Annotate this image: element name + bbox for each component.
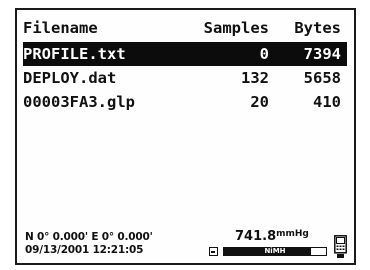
file-samples: 20	[250, 93, 269, 111]
file-row-deploy[interactable]: DEPLOY.dat 132 5658	[23, 66, 347, 90]
file-row-glp[interactable]: 00003FA3.glp 20 410	[23, 90, 347, 114]
battery-bar: NiMH	[223, 247, 327, 256]
gps-coordinates: N 0° 0.000' E 0° 0.000'	[25, 231, 153, 243]
handheld-device-icon	[334, 235, 347, 258]
header-bytes: Bytes	[294, 19, 341, 37]
file-name: 00003FA3.glp	[23, 93, 135, 111]
pressure-value: 741.8	[235, 229, 277, 244]
date-time: 09/13/2001 12:21:05	[25, 244, 144, 256]
pressure-unit: mmHg	[276, 229, 309, 239]
file-row-profile[interactable]: PROFILE.txt 0 7394	[23, 42, 347, 66]
header-samples: Samples	[203, 19, 269, 37]
battery-icon	[209, 247, 218, 256]
battery-type-label: NiMH	[264, 247, 286, 255]
barometric-pressure: 741.8mmHg	[235, 229, 309, 244]
lcd-screen: Filename Samples Bytes PROFILE.txt 0 739…	[15, 8, 356, 265]
file-name: PROFILE.txt	[23, 45, 126, 63]
table-header: Filename Samples Bytes	[23, 16, 347, 40]
status-bar: N 0° 0.000' E 0° 0.000' 09/13/2001 12:21…	[25, 229, 350, 261]
file-name: DEPLOY.dat	[23, 69, 117, 87]
battery-indicator: NiMH	[209, 245, 329, 258]
header-filename: Filename	[23, 19, 98, 37]
file-samples: 132	[241, 69, 269, 87]
file-bytes: 5658	[303, 69, 341, 87]
file-bytes: 7394	[303, 45, 341, 63]
file-bytes: 410	[313, 93, 341, 111]
file-samples: 0	[259, 45, 269, 63]
